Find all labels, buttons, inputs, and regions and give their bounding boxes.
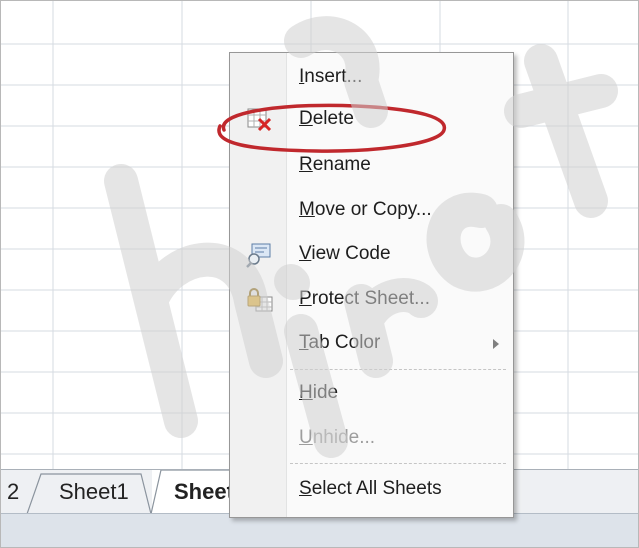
- menu-item-label: Tab Color: [299, 332, 381, 353]
- menu-item-hide[interactable]: Hide: [230, 376, 513, 412]
- menu-separator: [290, 369, 506, 370]
- menu-item-label: View Code: [299, 243, 391, 264]
- sheet-tab-2[interactable]: 2: [7, 479, 19, 505]
- menu-separator: [290, 463, 506, 464]
- excel-window: 2 Sheet1 Sheet3 Insert... Delete Rename …: [0, 0, 639, 548]
- protect-sheet-icon: [246, 287, 274, 313]
- menu-item-insert[interactable]: Insert...: [230, 60, 513, 96]
- menu-item-label: Move or Copy...: [299, 199, 432, 220]
- menu-item-label: Unhide...: [299, 427, 376, 448]
- menu-item-tab-color[interactable]: Tab Color: [230, 326, 513, 362]
- menu-item-label: Delete: [299, 108, 354, 129]
- submenu-arrow-icon: [493, 339, 499, 349]
- view-code-icon: [246, 242, 274, 268]
- menu-item-delete[interactable]: Delete: [230, 102, 513, 138]
- menu-item-select-all-sheets[interactable]: Select All Sheets: [230, 472, 513, 508]
- delete-sheet-icon: [246, 107, 274, 133]
- menu-item-label: Rename: [299, 154, 371, 175]
- menu-item-protect-sheet[interactable]: Protect Sheet...: [230, 282, 513, 318]
- sheet-tab-context-menu: Insert... Delete Rename Move or Copy...: [229, 52, 514, 518]
- menu-item-rename[interactable]: Rename: [230, 148, 513, 184]
- menu-item-label: Select All Sheets: [299, 478, 442, 499]
- menu-item-unhide[interactable]: Unhide...: [230, 421, 513, 457]
- menu-item-move-or-copy[interactable]: Move or Copy...: [230, 193, 513, 229]
- sheet-tab-sheet1[interactable]: Sheet1: [59, 479, 129, 505]
- menu-item-label: Hide: [299, 382, 339, 403]
- menu-item-label: Protect Sheet...: [299, 288, 430, 309]
- status-bar: [1, 513, 638, 547]
- menu-item-label: Insert...: [299, 66, 363, 87]
- menu-item-view-code[interactable]: View Code: [230, 237, 513, 273]
